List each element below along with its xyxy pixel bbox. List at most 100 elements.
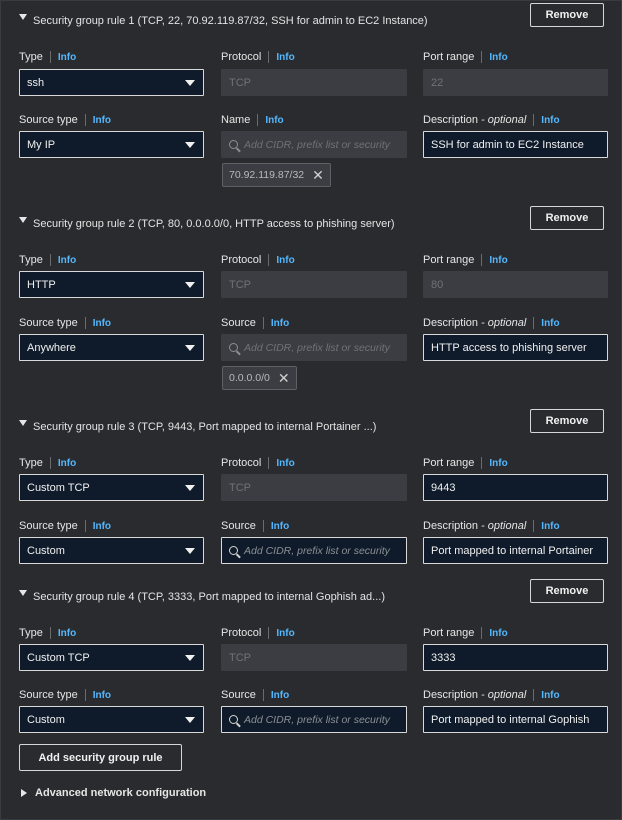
info-link[interactable]: Info (93, 690, 111, 701)
info-link[interactable]: Info (541, 115, 559, 126)
chevron-down-icon (185, 485, 195, 491)
type-select[interactable]: HTTP (19, 271, 204, 298)
close-icon[interactable]: ✕ (312, 168, 324, 182)
info-link[interactable]: Info (489, 458, 507, 469)
source-search-input[interactable]: Add CIDR, prefix list or security (221, 537, 407, 564)
info-link[interactable]: Info (541, 521, 559, 532)
source-type-label: Source type Info (19, 114, 112, 126)
rule-header[interactable]: Security group rule 4 (TCP, 3333, Port m… (19, 587, 385, 607)
info-link[interactable]: Info (265, 115, 283, 126)
type-value: ssh (27, 76, 45, 89)
source-label: Source Info (221, 317, 290, 329)
info-link[interactable]: Info (276, 628, 294, 639)
info-link[interactable]: Info (276, 52, 294, 63)
source-token: 0.0.0.0/0 ✕ (222, 366, 297, 390)
info-link[interactable]: Info (93, 115, 111, 126)
chevron-down-icon (185, 80, 195, 86)
chevron-down-icon (185, 548, 195, 554)
type-label: Type Info (19, 51, 77, 63)
chevron-down-icon (185, 142, 195, 148)
port-range-field: 22 (423, 69, 608, 96)
source-type-label: Source type Info (19, 689, 112, 701)
caret-right-icon (21, 789, 27, 797)
search-icon (229, 140, 238, 149)
rule-header[interactable]: Security group rule 2 (TCP, 80, 0.0.0.0/… (19, 214, 395, 234)
remove-rule-button[interactable]: Remove (530, 409, 604, 433)
add-security-group-rule-button[interactable]: Add security group rule (19, 744, 182, 771)
info-link[interactable]: Info (541, 318, 559, 329)
source-type-select[interactable]: Custom (19, 706, 204, 733)
type-select[interactable]: ssh (19, 69, 204, 96)
info-link[interactable]: Info (58, 52, 76, 63)
info-link[interactable]: Info (541, 690, 559, 701)
info-link[interactable]: Info (271, 521, 289, 532)
port-range-input[interactable]: 3333 (423, 644, 608, 671)
chevron-down-icon (185, 655, 195, 661)
info-link[interactable]: Info (93, 521, 111, 532)
description-label: Description - optional Info (423, 689, 560, 701)
info-link[interactable]: Info (58, 255, 76, 266)
protocol-label: Protocol Info (221, 254, 295, 266)
description-label: Description - optional Info (423, 317, 560, 329)
collapse-caret-icon[interactable] (19, 14, 27, 20)
info-link[interactable]: Info (93, 318, 111, 329)
info-link[interactable]: Info (58, 458, 76, 469)
source-type-select[interactable]: Anywhere (19, 334, 204, 361)
source-type-label: Source type Info (19, 317, 112, 329)
protocol-field: TCP (221, 271, 407, 298)
info-link[interactable]: Info (58, 628, 76, 639)
port-range-field: 80 (423, 271, 608, 298)
name-label: Name Info (221, 114, 284, 126)
rule-title: Security group rule 1 (TCP, 22, 70.92.11… (33, 15, 428, 27)
remove-rule-button[interactable]: Remove (530, 579, 604, 603)
info-link[interactable]: Info (489, 52, 507, 63)
description-input[interactable]: SSH for admin to EC2 Instance (423, 131, 608, 158)
source-type-select[interactable]: Custom (19, 537, 204, 564)
rule-header[interactable]: Security group rule 3 (TCP, 9443, Port m… (19, 417, 376, 437)
source-search-input: Add CIDR, prefix list or security (221, 131, 407, 158)
search-icon (229, 343, 238, 352)
advanced-network-configuration-toggle[interactable]: Advanced network configuration (21, 787, 206, 799)
rule-title: Security group rule 3 (TCP, 9443, Port m… (33, 421, 377, 433)
port-range-label: Port range Info (423, 627, 508, 639)
port-range-input[interactable]: 9443 (423, 474, 608, 501)
rule-header[interactable]: Security group rule 1 (TCP, 22, 70.92.11… (19, 11, 428, 31)
info-link[interactable]: Info (276, 458, 294, 469)
info-link[interactable]: Info (271, 690, 289, 701)
description-input[interactable]: Port mapped to internal Portainer (423, 537, 608, 564)
type-label: Type Info (19, 627, 77, 639)
port-range-label: Port range Info (423, 254, 508, 266)
security-group-rules-panel: Security group rule 1 (TCP, 22, 70.92.11… (0, 0, 622, 820)
type-label: Type Info (19, 254, 77, 266)
remove-rule-button[interactable]: Remove (530, 3, 604, 27)
type-label: Type Info (19, 457, 77, 469)
protocol-label: Protocol Info (221, 51, 295, 63)
info-link[interactable]: Info (489, 255, 507, 266)
protocol-field: TCP (221, 474, 407, 501)
source-label: Source Info (221, 689, 290, 701)
chevron-down-icon (185, 717, 195, 723)
advanced-network-configuration-label: Advanced network configuration (35, 787, 207, 799)
source-type-label: Source type Info (19, 520, 112, 532)
info-link[interactable]: Info (271, 318, 289, 329)
rule-title: Security group rule 4 (TCP, 3333, Port m… (33, 591, 385, 603)
source-search-input[interactable]: Add CIDR, prefix list or security (221, 706, 407, 733)
description-input[interactable]: HTTP access to phishing server (423, 334, 608, 361)
collapse-caret-icon[interactable] (19, 420, 27, 426)
type-select[interactable]: Custom TCP (19, 644, 204, 671)
collapse-caret-icon[interactable] (19, 590, 27, 596)
source-type-select[interactable]: My IP (19, 131, 204, 158)
close-icon[interactable]: ✕ (278, 371, 290, 385)
chevron-down-icon (185, 282, 195, 288)
type-select[interactable]: Custom TCP (19, 474, 204, 501)
protocol-label: Protocol Info (221, 627, 295, 639)
info-link[interactable]: Info (276, 255, 294, 266)
search-icon (229, 546, 238, 555)
remove-rule-button[interactable]: Remove (530, 206, 604, 230)
info-link[interactable]: Info (489, 628, 507, 639)
chevron-down-icon (185, 345, 195, 351)
description-label: Description - optional Info (423, 114, 560, 126)
collapse-caret-icon[interactable] (19, 217, 27, 223)
description-input[interactable]: Port mapped to internal Gophish (423, 706, 608, 733)
search-icon (229, 715, 238, 724)
